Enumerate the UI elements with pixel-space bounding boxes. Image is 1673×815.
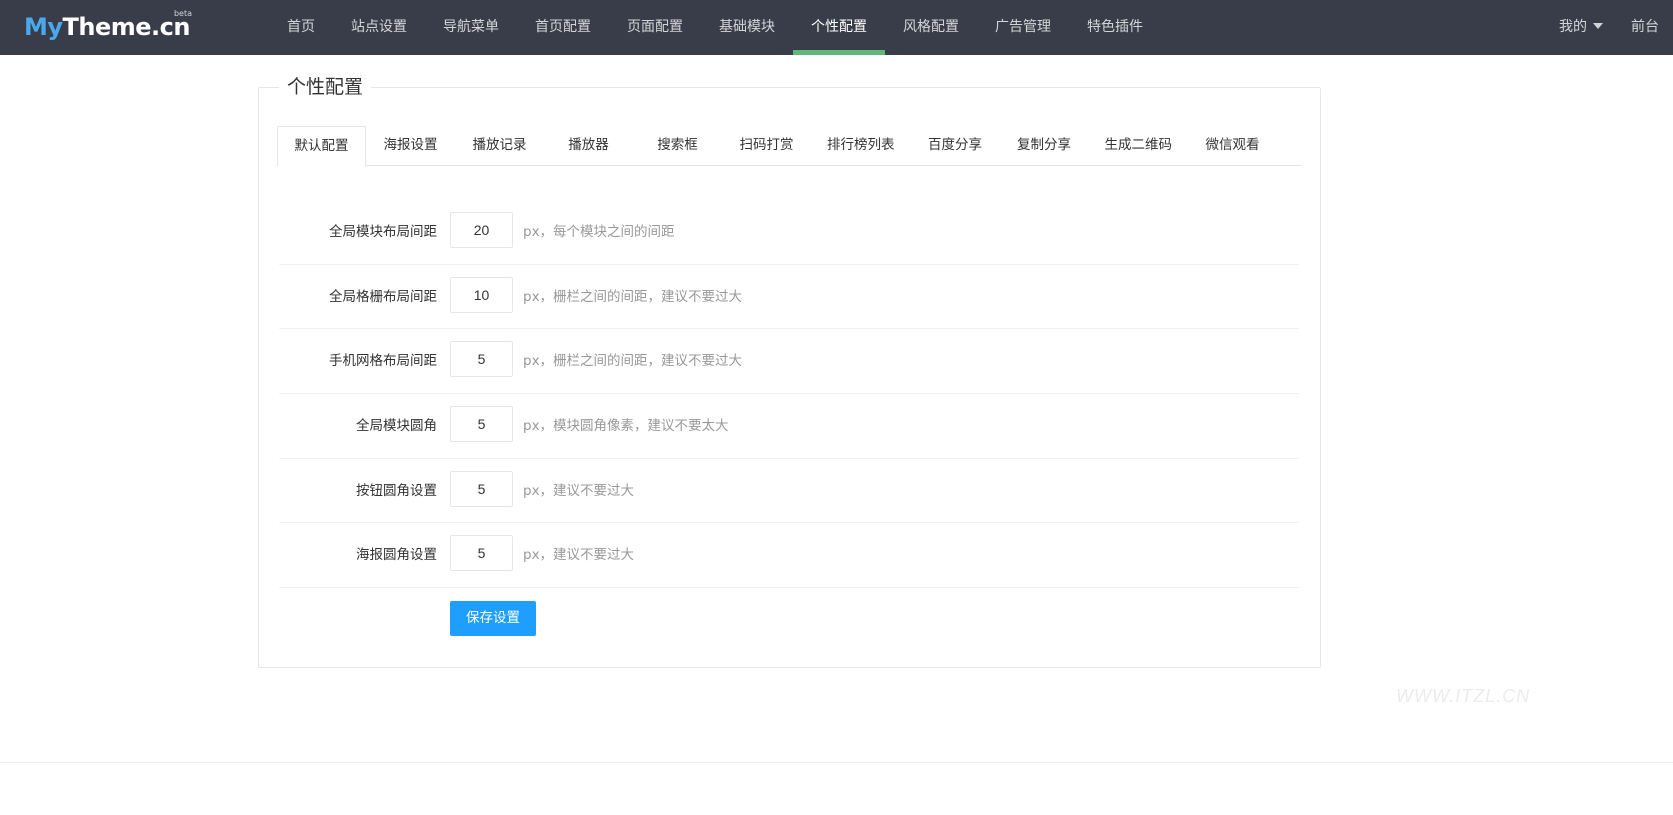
tab-wechat-watch[interactable]: 微信观看 — [1188, 126, 1277, 166]
chevron-down-icon — [1593, 23, 1603, 29]
bottom-divider — [0, 762, 1673, 763]
module-radius-input[interactable] — [450, 406, 513, 443]
form-row: 按钮圆角设置 px，建议不要过大 — [279, 459, 1299, 524]
logo-text-theme: Theme.cn — [62, 13, 191, 41]
grid-spacing-tip: px，栅栏之间的间距，建议不要过大 — [523, 288, 743, 305]
form-row: 手机网格布局间距 px，栅栏之间的间距，建议不要过大 — [279, 329, 1299, 395]
user-menu[interactable]: 我的 — [1545, 0, 1617, 55]
module-spacing-label: 全局模块布局间距 — [329, 224, 437, 240]
module-radius-label: 全局模块圆角 — [356, 418, 437, 435]
site-watermark: WWW.ITZL.CN — [1396, 686, 1531, 706]
nav-item-page-config[interactable]: 页面配置 — [609, 0, 701, 55]
form-row: 全局模块布局间距 px，每个模块之间的间距 — [279, 200, 1299, 265]
brand-logo[interactable]: MyTheme.cn beta — [24, 9, 192, 44]
tab-ranking-list[interactable]: 排行榜列表 — [811, 126, 911, 166]
module-radius-tip: px，模块圆角像素，建议不要太大 — [523, 418, 729, 435]
tab-search-box[interactable]: 搜索框 — [633, 126, 722, 166]
mobile-grid-spacing-tip: px，栅栏之间的间距，建议不要过大 — [523, 353, 743, 370]
beta-badge: beta — [173, 9, 192, 18]
module-spacing-input[interactable] — [450, 212, 513, 248]
nav-item-style-config[interactable]: 风格配置 — [885, 0, 977, 55]
button-radius-input[interactable] — [450, 470, 513, 507]
mobile-grid-spacing-input[interactable] — [450, 341, 513, 378]
tab-scan-tip[interactable]: 扫码打赏 — [722, 126, 811, 166]
main-nav: 首页 站点设置 导航菜单 首页配置 页面配置 基础模块 个性配置 风格配置 广告… — [269, 0, 1161, 55]
nav-item-plugins[interactable]: 特色插件 — [1069, 0, 1161, 55]
nav-item-nav-menu[interactable]: 导航菜单 — [425, 0, 517, 55]
frontend-link[interactable]: 前台 — [1617, 0, 1673, 55]
tab-copy-share[interactable]: 复制分享 — [1000, 126, 1089, 166]
config-tabs: 默认配置 海报设置 播放记录 播放器 搜索框 扫码打赏 排行榜列表 百度分享 复… — [277, 126, 1302, 167]
poster-radius-input[interactable] — [450, 535, 513, 572]
module-spacing-tip: px，每个模块之间的间距 — [523, 224, 675, 240]
form-row: 全局模块圆角 px，模块圆角像素，建议不要太大 — [279, 394, 1299, 459]
logo-text-my: My — [24, 13, 63, 41]
button-radius-tip: px，建议不要过大 — [523, 482, 635, 499]
form-row: 全局格栅布局间距 px，栅栏之间的间距，建议不要过大 — [279, 265, 1299, 330]
nav-item-ad-management[interactable]: 广告管理 — [977, 0, 1069, 55]
nav-right: 我的 前台 — [1545, 0, 1673, 55]
tab-player[interactable]: 播放器 — [544, 126, 633, 166]
tab-play-history[interactable]: 播放记录 — [455, 126, 544, 166]
grid-spacing-label: 全局格栅布局间距 — [329, 288, 437, 305]
nav-item-personal-config[interactable]: 个性配置 — [793, 0, 885, 55]
form-row: 海报圆角设置 px，建议不要过大 — [279, 523, 1299, 589]
poster-radius-label: 海报圆角设置 — [356, 547, 437, 564]
poster-radius-tip: px，建议不要过大 — [523, 547, 635, 564]
nav-item-basic-modules[interactable]: 基础模块 — [701, 0, 793, 55]
save-settings-button[interactable]: 保存设置 — [450, 601, 536, 636]
nav-item-home[interactable]: 首页 — [269, 0, 333, 55]
tab-baidu-share[interactable]: 百度分享 — [911, 126, 1000, 166]
top-navbar: MyTheme.cn beta 首页 站点设置 导航菜单 首页配置 页面配置 基… — [0, 0, 1673, 55]
mobile-grid-spacing-label: 手机网格布局间距 — [329, 353, 437, 370]
grid-spacing-input[interactable] — [450, 276, 513, 313]
user-menu-label: 我的 — [1559, 19, 1587, 35]
nav-item-home-config[interactable]: 首页配置 — [517, 0, 609, 55]
nav-item-site-settings[interactable]: 站点设置 — [333, 0, 425, 55]
panel-title: 个性配置 — [279, 74, 372, 100]
tab-qrcode[interactable]: 生成二维码 — [1089, 126, 1189, 166]
config-panel: 个性配置 默认配置 海报设置 播放记录 播放器 搜索框 扫码打赏 排行榜列表 百… — [258, 74, 1321, 668]
settings-form: 全局模块布局间距 px，每个模块之间的间距 全局格栅布局间距 px，栅栏之间的间… — [279, 200, 1299, 636]
tab-poster-settings[interactable]: 海报设置 — [366, 126, 455, 166]
button-radius-label: 按钮圆角设置 — [356, 482, 437, 499]
tab-default-config[interactable]: 默认配置 — [277, 126, 366, 167]
